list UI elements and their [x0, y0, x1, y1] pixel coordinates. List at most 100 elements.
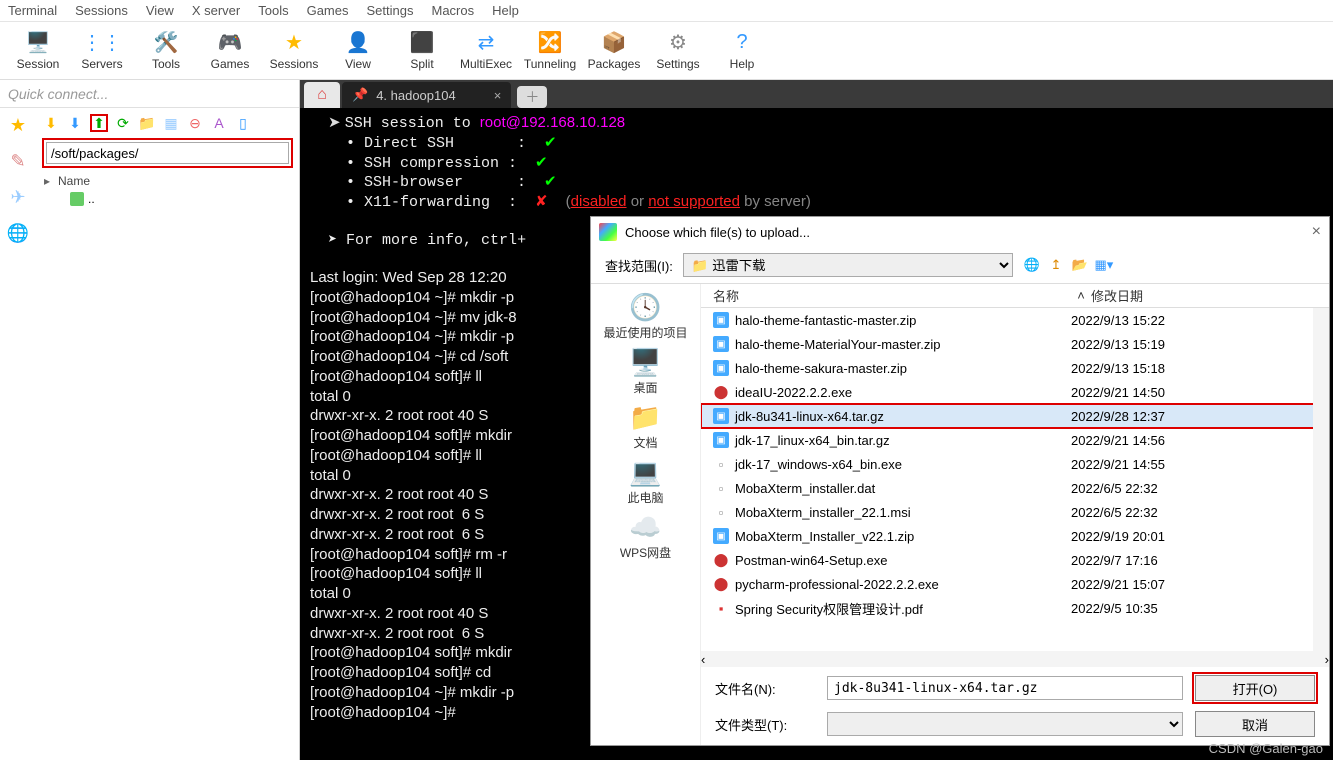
file-row[interactable]: ▣jdk-8u341-linux-x64.tar.gz2022/9/28 12:…	[701, 404, 1329, 428]
games-icon: 🎮	[218, 31, 242, 55]
place-icon: 💻	[627, 457, 663, 487]
folder2-icon[interactable]: ▦	[162, 114, 180, 132]
close-tab-icon[interactable]: ×	[494, 88, 502, 103]
col-header-date[interactable]: 修改日期	[1091, 286, 1271, 305]
toolbtn-sessions[interactable]: ★ Sessions	[262, 24, 326, 78]
toolbtn-settings[interactable]: ⚙Settings	[646, 24, 710, 78]
toolbtn-tunneling[interactable]: 🔀Tunneling	[518, 24, 582, 78]
file-date: 2022/9/7 17:16	[1071, 553, 1251, 568]
toolbtn-multiexec[interactable]: ⇄MultiExec	[454, 24, 518, 78]
filetype-combo[interactable]	[827, 712, 1183, 736]
file-name: MobaXterm_installer_22.1.msi	[735, 505, 911, 520]
tree-item-up[interactable]: ..	[42, 190, 293, 208]
place-item[interactable]: 🕓最近使用的项目	[603, 292, 687, 341]
toolbtn-label: Packages	[588, 57, 641, 71]
file-row[interactable]: ⬤Postman-win64-Setup.exe2022/9/7 17:16	[701, 548, 1329, 572]
menu-macros[interactable]: Macros	[431, 3, 474, 18]
file-row[interactable]: ▣jdk-17_linux-x64_bin.tar.gz2022/9/21 14…	[701, 428, 1329, 452]
servers-icon: ⋮⋮	[90, 31, 114, 55]
file-icon: ▣	[713, 360, 729, 376]
open-button[interactable]: 打开(O)	[1195, 675, 1315, 701]
toolbtn-session[interactable]: 🖥️Session	[6, 24, 70, 78]
place-item[interactable]: ☁️WPS网盘	[620, 512, 671, 561]
file-name: Postman-win64-Setup.exe	[735, 553, 887, 568]
place-item[interactable]: 🖥️桌面	[628, 347, 664, 396]
file-icon: ▣	[713, 432, 729, 448]
vertical-scrollbar[interactable]	[1313, 308, 1329, 651]
remote-path-input[interactable]	[46, 142, 289, 164]
main-toolbar: 🖥️Session ⋮⋮ Servers 🛠️Tools🎮Games ★ Sessions…	[0, 22, 1333, 80]
nav-up-icon[interactable]: ↥	[1047, 256, 1065, 274]
brush-icon[interactable]: ✎	[7, 150, 29, 172]
send-icon[interactable]: ✈	[7, 186, 29, 208]
star-icon[interactable]: ★	[7, 114, 29, 136]
menu-terminal[interactable]: Terminal	[8, 3, 57, 18]
download2-icon[interactable]: ⬇	[66, 114, 84, 132]
nav-newfolder-icon[interactable]: 📂	[1071, 256, 1089, 274]
nav-back-icon[interactable]: 🌐	[1023, 256, 1041, 274]
file-date: 2022/9/21 14:50	[1071, 385, 1251, 400]
file-row[interactable]: ⬤pycharm-professional-2022.2.2.exe2022/9…	[701, 572, 1329, 596]
toolbtn-label: Sessions	[270, 57, 319, 71]
tree-header-name[interactable]: Name	[42, 172, 293, 190]
toolbtn-packages[interactable]: 📦Packages	[582, 24, 646, 78]
upload-icon[interactable]: ⬆	[90, 114, 108, 132]
toolbtn-label: Tunneling	[524, 57, 576, 71]
file-row[interactable]: ▣halo-theme-fantastic-master.zip2022/9/1…	[701, 308, 1329, 332]
file-icon: ⬤	[713, 384, 729, 400]
menu-sessions[interactable]: Sessions	[75, 3, 128, 18]
toolbtn-games[interactable]: 🎮Games	[198, 24, 262, 78]
edit-icon[interactable]: A	[210, 114, 228, 132]
file-row[interactable]: ▫MobaXterm_installer.dat2022/6/5 22:32	[701, 476, 1329, 500]
download-icon[interactable]: ⬇	[42, 114, 60, 132]
dialog-close-button[interactable]: ×	[1312, 223, 1321, 241]
cancel-button[interactable]: 取消	[1195, 711, 1315, 737]
file-row[interactable]: ▣halo-theme-MaterialYour-master.zip2022/…	[701, 332, 1329, 356]
menu-tools[interactable]: Tools	[258, 3, 288, 18]
toolbtn-view[interactable]: 👤View	[326, 24, 390, 78]
file-icon: ▫	[713, 456, 729, 472]
split-icon: ⬛	[410, 31, 434, 55]
toolbtn-servers[interactable]: ⋮⋮ Servers	[70, 24, 134, 78]
file-row[interactable]: ▫jdk-17_windows-x64_bin.exe2022/9/21 14:…	[701, 452, 1329, 476]
view-icon[interactable]: ▯	[234, 114, 252, 132]
delete-icon[interactable]: ⊖	[186, 114, 204, 132]
globe-icon[interactable]: 🌐	[7, 222, 29, 244]
add-tab-button[interactable]: ＋	[517, 86, 547, 108]
col-header-name[interactable]: 名称	[701, 286, 1071, 305]
file-row[interactable]: ▣MobaXterm_Installer_v22.1.zip2022/9/19 …	[701, 524, 1329, 548]
file-icon: ▫	[713, 480, 729, 496]
menu-help[interactable]: Help	[492, 3, 519, 18]
file-row[interactable]: ▫MobaXterm_installer_22.1.msi2022/6/5 22…	[701, 500, 1329, 524]
newfolder-icon[interactable]: 📁	[138, 114, 156, 132]
file-date: 2022/9/13 15:22	[1071, 313, 1251, 328]
place-icon: 🕓	[627, 292, 663, 322]
ssh-tab[interactable]: 📌 4. hadoop104 ×	[342, 82, 511, 108]
toolbtn-label: Servers	[81, 57, 122, 71]
menu-view[interactable]: View	[146, 3, 174, 18]
toolbtn-split[interactable]: ⬛Split	[390, 24, 454, 78]
place-item[interactable]: 💻此电脑	[627, 457, 663, 506]
sessions-icon: ★	[282, 31, 306, 55]
file-row[interactable]: ▣halo-theme-sakura-master.zip2022/9/13 1…	[701, 356, 1329, 380]
quick-connect-input[interactable]: Quick connect...	[0, 80, 299, 108]
menu-x-server[interactable]: X server	[192, 3, 240, 18]
place-item[interactable]: 📁文档	[628, 402, 664, 451]
filename-input[interactable]	[827, 676, 1183, 700]
menu-games[interactable]: Games	[307, 3, 349, 18]
file-row[interactable]: ▪Spring Security权限管理设计.pdf2022/9/5 10:35	[701, 596, 1329, 620]
filetype-label: 文件类型(T):	[715, 715, 815, 734]
toolbtn-help[interactable]: ?Help	[710, 24, 774, 78]
refresh-icon[interactable]: ⟳	[114, 114, 132, 132]
file-list[interactable]: ▣halo-theme-fantastic-master.zip2022/9/1…	[701, 308, 1329, 651]
dialog-titlebar: Choose which file(s) to upload... ×	[591, 217, 1329, 247]
file-name: MobaXterm_installer.dat	[735, 481, 875, 496]
place-icon: 📁	[628, 402, 664, 432]
file-row[interactable]: ⬤ideaIU-2022.2.2.exe2022/9/21 14:50	[701, 380, 1329, 404]
horizontal-scrollbar[interactable]: ‹›	[701, 651, 1329, 667]
toolbtn-tools[interactable]: 🛠️Tools	[134, 24, 198, 78]
lookin-combo[interactable]: 📁 迅雷下载	[683, 253, 1013, 277]
home-tab[interactable]: ⌂	[304, 82, 340, 108]
menu-settings[interactable]: Settings	[367, 3, 414, 18]
nav-viewmode-icon[interactable]: ▦▾	[1095, 256, 1113, 274]
